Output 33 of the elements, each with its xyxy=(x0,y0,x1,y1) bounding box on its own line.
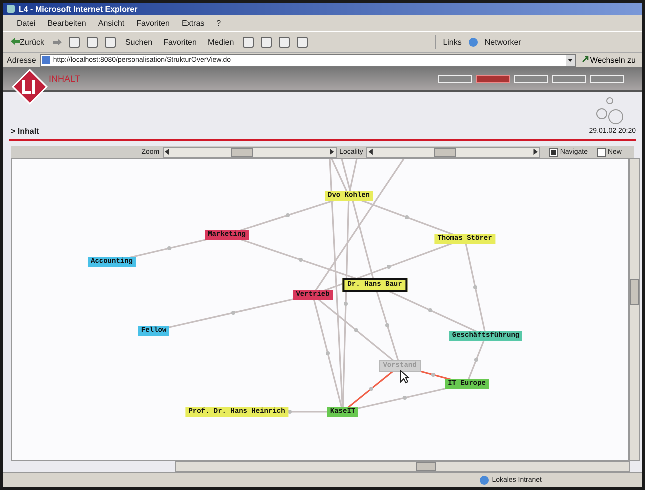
links-label[interactable]: Links xyxy=(443,38,462,46)
page-icon xyxy=(42,56,50,64)
menu-item[interactable]: Extras xyxy=(182,18,205,28)
link-item[interactable]: Networker xyxy=(484,38,522,46)
favorites-button[interactable]: Favoriten xyxy=(162,38,199,46)
dropdown-icon[interactable] xyxy=(566,54,576,66)
media-button[interactable]: Medien xyxy=(206,38,236,46)
checkbox[interactable] xyxy=(596,148,606,156)
menu-item[interactable]: Ansicht xyxy=(98,18,125,28)
menu-item[interactable]: Favoriten xyxy=(136,18,170,28)
cursor-icon xyxy=(400,370,410,384)
section-title: INHALT xyxy=(49,74,80,84)
globe-icon xyxy=(468,38,478,46)
menu-item[interactable]: ? xyxy=(216,18,222,28)
menu-item[interactable]: Datei xyxy=(17,18,36,28)
address-label: Adresse xyxy=(7,56,36,64)
vertical-scrollbar[interactable] xyxy=(629,158,640,461)
go-button[interactable]: Wechseln zu xyxy=(580,55,638,65)
menu-item[interactable]: Bearbeiten xyxy=(48,18,86,28)
checkbox[interactable] xyxy=(549,148,558,156)
back-button[interactable]: Zurück xyxy=(9,38,46,46)
bubbles-icon xyxy=(596,97,626,127)
intranet-icon xyxy=(480,476,490,484)
horizontal-scrollbar[interactable] xyxy=(175,461,630,472)
go-arrow-icon xyxy=(582,55,590,63)
nav-button[interactable] xyxy=(476,75,510,83)
back-arrow-icon xyxy=(11,38,20,44)
slider[interactable] xyxy=(162,146,337,158)
browser-icon xyxy=(7,5,15,13)
breadcrumb: > Inhalt xyxy=(11,127,40,136)
search-button[interactable]: Suchen xyxy=(123,38,155,46)
window-title: L4 - Microsoft Internet Explorer xyxy=(19,4,138,14)
slider[interactable] xyxy=(366,146,540,158)
